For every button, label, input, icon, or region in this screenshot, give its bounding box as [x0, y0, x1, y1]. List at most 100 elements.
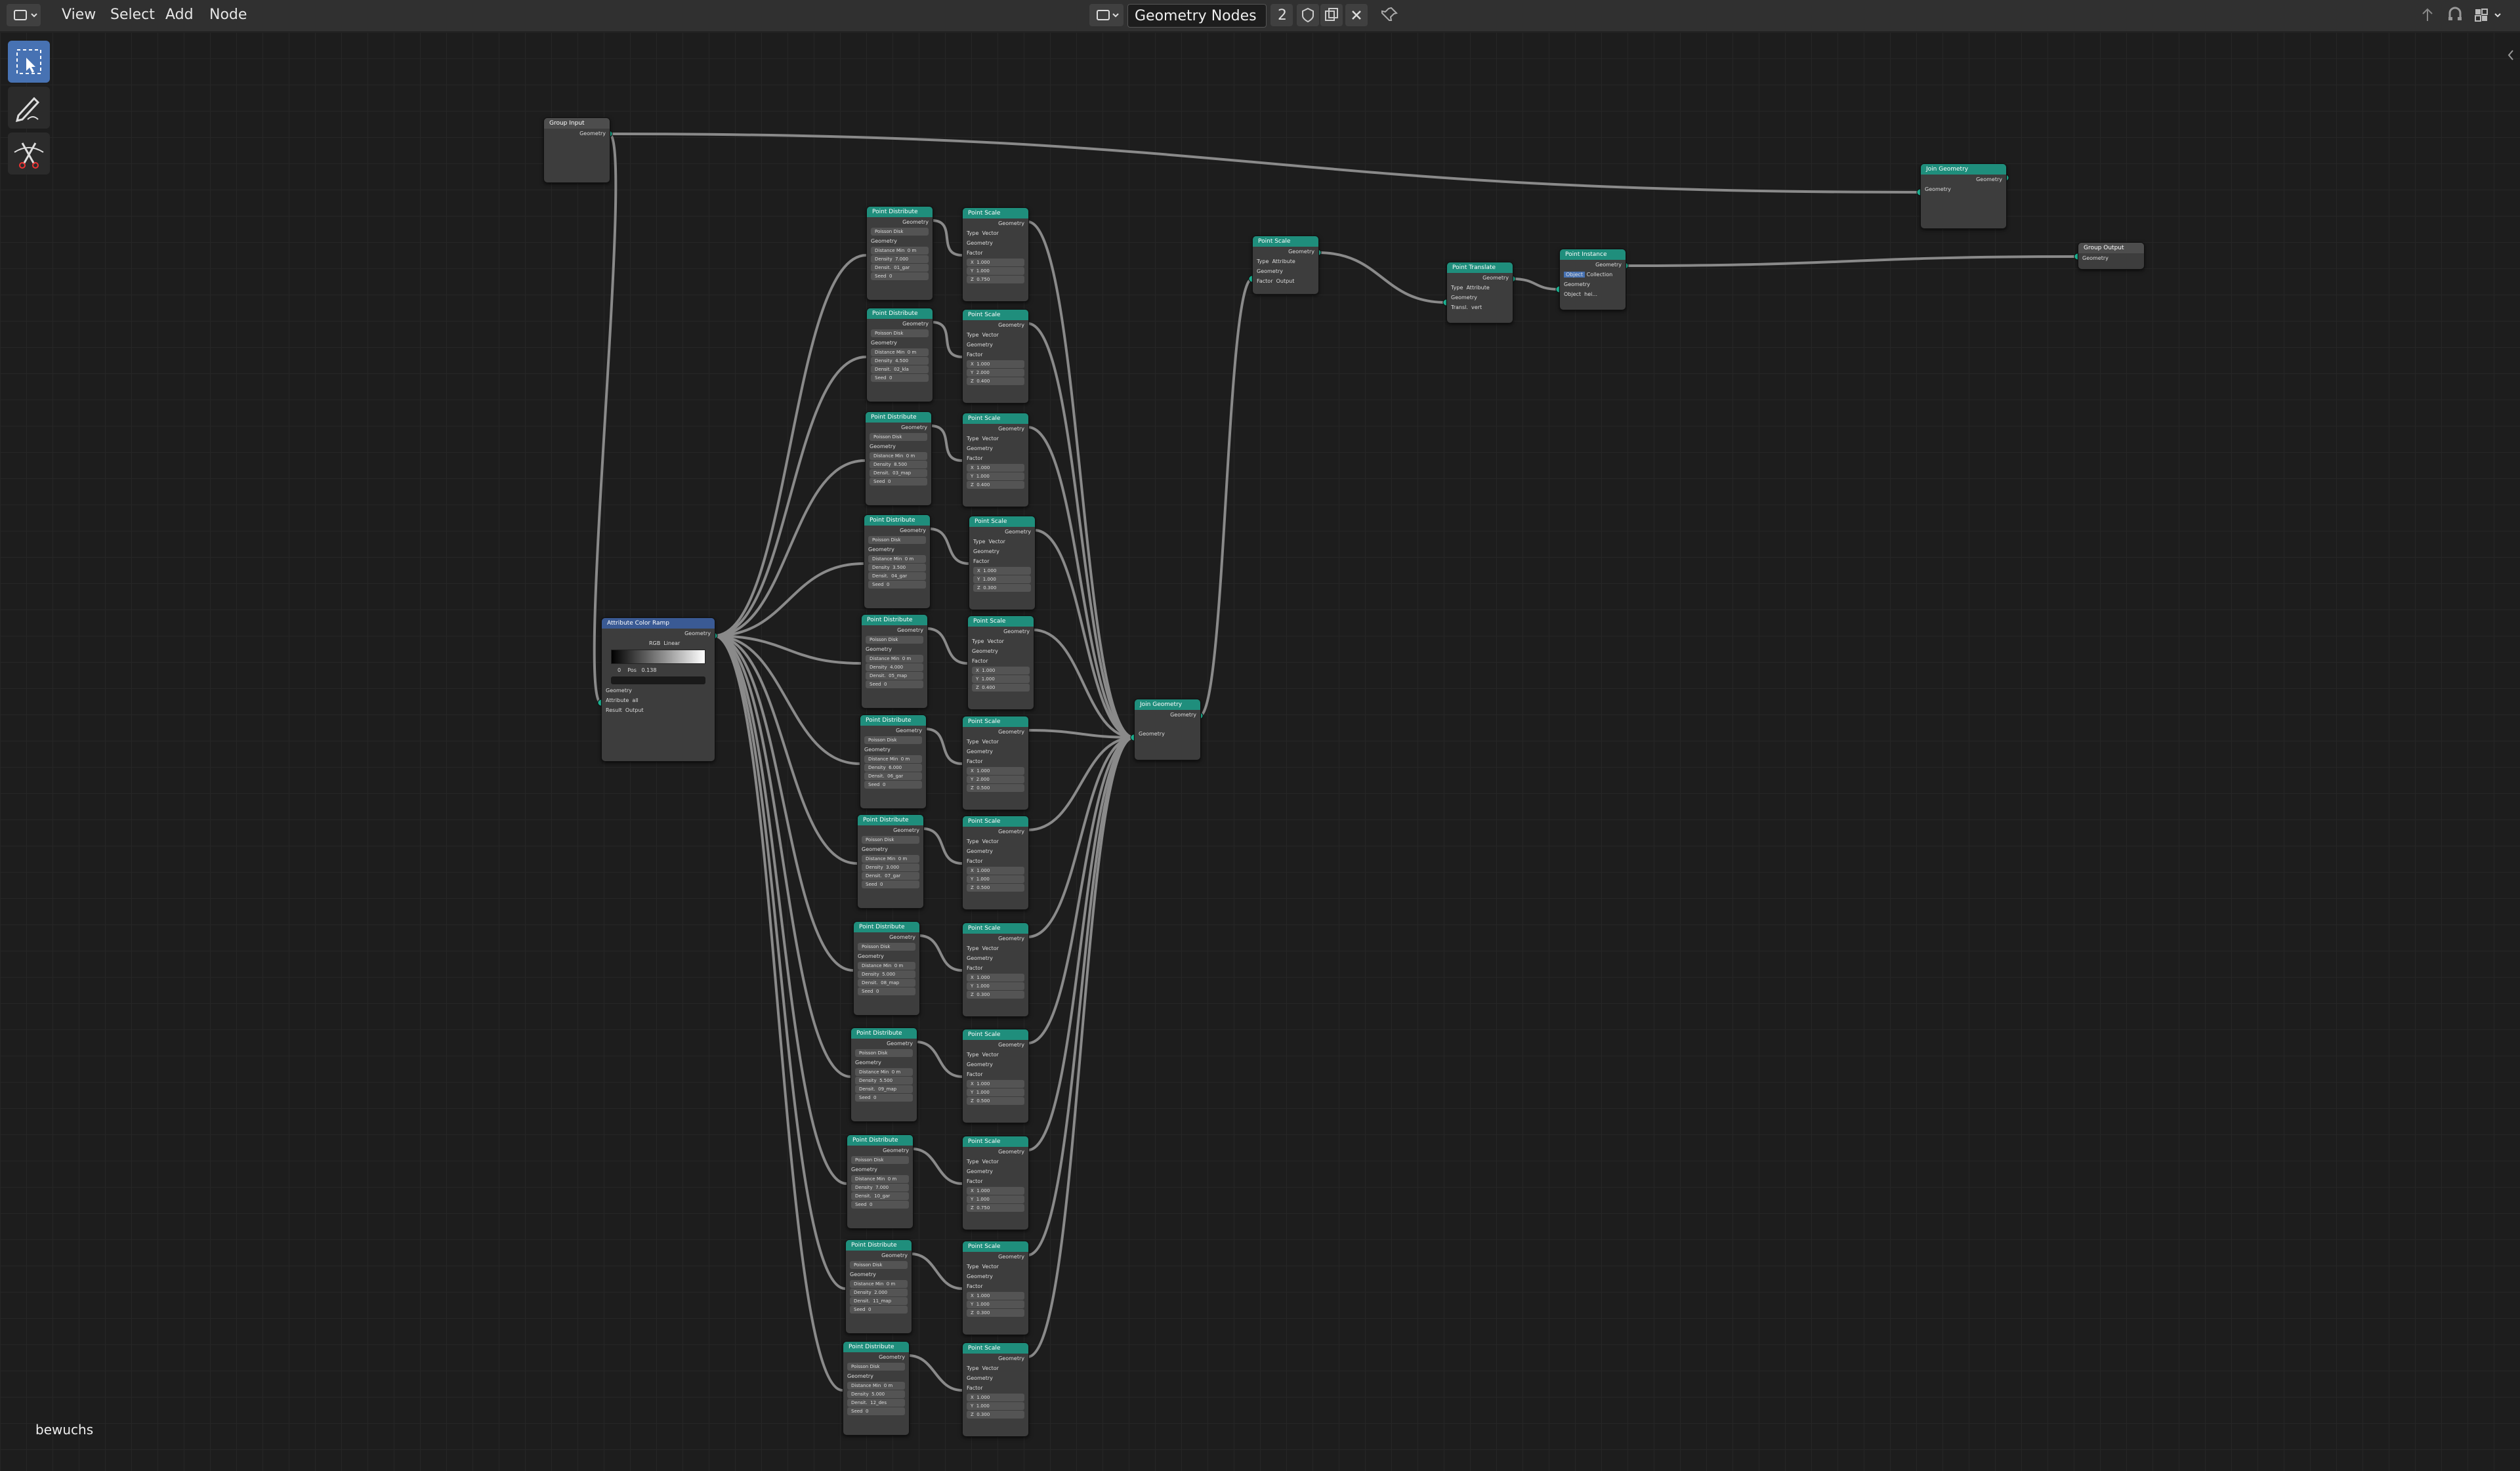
factor-x-field[interactable]: X 1.000 — [967, 867, 1024, 875]
seed-field[interactable]: Seed 0 — [850, 1306, 908, 1314]
seed-field[interactable]: Seed 0 — [864, 781, 922, 789]
factor-z-field[interactable]: Z 0.400 — [972, 684, 1030, 692]
density-attribute-field[interactable]: Densit. 09_map — [855, 1085, 913, 1093]
type-field[interactable]: Type Vector — [963, 1262, 1028, 1272]
density-field[interactable]: Density 4.500 — [871, 357, 929, 365]
distribution-method-dropdown[interactable]: Poisson Disk — [864, 736, 922, 744]
point-distribute-node[interactable]: Point Distribute Geometry Poisson Disk G… — [850, 1027, 917, 1122]
factor-x-field[interactable]: X 1.000 — [967, 974, 1024, 982]
ramp-color-swatch[interactable] — [611, 676, 705, 684]
factor-y-field[interactable]: Y 1.000 — [967, 472, 1024, 480]
seed-field[interactable]: Seed 0 — [866, 680, 923, 688]
distribution-method-dropdown[interactable]: Poisson Disk — [850, 1261, 908, 1269]
point-distribute-node[interactable]: Point Distribute Geometry Poisson Disk G… — [865, 411, 932, 506]
point-distribute-node[interactable]: Point Distribute Geometry Poisson Disk G… — [853, 921, 920, 1016]
factor-y-field[interactable]: Y 1.000 — [967, 267, 1024, 275]
distance-min-field[interactable]: Distance Min 0 m — [870, 452, 927, 460]
distribution-method-dropdown[interactable]: Poisson Disk — [871, 329, 929, 337]
density-field[interactable]: Density 5.000 — [847, 1390, 905, 1398]
factor-x-field[interactable]: X 1.000 — [967, 360, 1024, 368]
result-field[interactable]: Result Output — [602, 705, 715, 715]
collection-option[interactable]: Collection — [1587, 272, 1613, 278]
group-input-node[interactable]: Group Input Geometry — [543, 117, 610, 183]
distribution-method-dropdown[interactable]: Poisson Disk — [871, 228, 929, 236]
density-field[interactable]: Density 5.500 — [855, 1077, 913, 1085]
factor-y-field[interactable]: Y 1.000 — [967, 875, 1024, 883]
type-field[interactable]: Type Vector — [969, 537, 1035, 547]
distance-min-field[interactable]: Distance Min 0 m — [866, 655, 923, 663]
density-field[interactable]: Density 3.500 — [868, 564, 926, 571]
cut-links-tool[interactable] — [8, 133, 50, 175]
factor-z-field[interactable]: Z 0.400 — [967, 481, 1024, 489]
ramp-position-row[interactable]: 0 Pos 0.138 — [602, 665, 715, 675]
color-mode-dropdown[interactable]: RGB — [649, 640, 660, 646]
point-scale-node[interactable]: Point Scale Geometry Type Vector Geometr… — [962, 207, 1029, 302]
factor-x-field[interactable]: X 1.000 — [973, 567, 1031, 575]
attribute-field[interactable]: Attribute all — [602, 695, 715, 705]
object-field[interactable]: Object hei... — [1560, 289, 1626, 299]
factor-x-field[interactable]: X 1.000 — [967, 1080, 1024, 1088]
point-scale-node[interactable]: Point Scale Geometry Type Vector Geometr… — [962, 922, 1029, 1017]
factor-x-field[interactable]: X 1.000 — [967, 259, 1024, 266]
seed-field[interactable]: Seed 0 — [847, 1407, 905, 1415]
seed-field[interactable]: Seed 0 — [851, 1201, 909, 1209]
snap-toggle[interactable] — [2444, 4, 2466, 26]
factor-y-field[interactable]: Y 2.000 — [967, 369, 1024, 377]
point-scale-node[interactable]: Point Scale Geometry Type Vector Geometr… — [962, 1241, 1029, 1335]
type-field[interactable]: Type Vector — [963, 943, 1028, 953]
factor-y-field[interactable]: Y 1.000 — [973, 575, 1031, 583]
distance-min-field[interactable]: Distance Min 0 m — [858, 962, 915, 970]
point-scale-node[interactable]: Point Scale Geometry Type Vector Geometr… — [962, 413, 1029, 507]
factor-x-field[interactable]: X 1.000 — [967, 464, 1024, 472]
point-distribute-node[interactable]: Point Distribute Geometry Poisson Disk G… — [866, 206, 933, 300]
seed-field[interactable]: Seed 0 — [858, 987, 915, 995]
type-field[interactable]: Type Vector — [968, 636, 1034, 646]
factor-z-field[interactable]: Z 0.750 — [967, 276, 1024, 283]
node-tree-name-field[interactable]: Geometry Nodes — [1127, 4, 1267, 28]
type-field[interactable]: Type Attribute — [1253, 257, 1318, 266]
density-field[interactable]: Density 4.000 — [866, 663, 923, 671]
density-field[interactable]: Density 8.500 — [870, 461, 927, 468]
point-scale-node[interactable]: Point Scale Geometry Type Vector Geometr… — [967, 615, 1034, 710]
point-distribute-node[interactable]: Point Distribute Geometry Poisson Disk G… — [866, 308, 933, 402]
parent-node-tree-button[interactable] — [2416, 4, 2439, 26]
pin-button[interactable] — [1378, 4, 1400, 26]
distribution-method-dropdown[interactable]: Poisson Disk — [862, 836, 919, 844]
point-distribute-node[interactable]: Point Distribute Geometry Poisson Disk G… — [864, 514, 931, 609]
factor-y-field[interactable]: Y 1.000 — [967, 1402, 1024, 1410]
density-attribute-field[interactable]: Densit. 08_map — [858, 979, 915, 987]
factor-z-field[interactable]: Z 0.500 — [967, 1097, 1024, 1105]
distribution-method-dropdown[interactable]: Poisson Disk — [851, 1156, 909, 1164]
menu-add[interactable]: Add — [165, 7, 194, 23]
interpolation-dropdown[interactable]: Linear — [663, 640, 680, 646]
node-editor-canvas[interactable]: Group Input Geometry Join Geometry Geome… — [0, 32, 2520, 1471]
sidebar-toggle-button[interactable] — [2504, 47, 2517, 64]
point-scale-node[interactable]: Point Scale Geometry Type Vector Geometr… — [962, 1136, 1029, 1230]
object-option[interactable]: Object — [1564, 272, 1586, 278]
density-field[interactable]: Density 2.000 — [850, 1289, 908, 1296]
distance-min-field[interactable]: Distance Min 0 m — [847, 1382, 905, 1390]
factor-y-field[interactable]: Y 1.000 — [967, 1088, 1024, 1096]
factor-y-field[interactable]: Y 1.000 — [972, 675, 1030, 683]
factor-z-field[interactable]: Z 0.300 — [973, 584, 1031, 592]
distribution-method-dropdown[interactable]: Poisson Disk — [870, 433, 927, 441]
density-attribute-field[interactable]: Densit. 11_map — [850, 1297, 908, 1305]
type-field[interactable]: Type Attribute — [1447, 283, 1513, 293]
translation-field[interactable]: Transl. vert — [1447, 302, 1513, 312]
type-field[interactable]: Type Vector — [963, 330, 1028, 340]
distance-min-field[interactable]: Distance Min 0 m — [851, 1175, 909, 1183]
type-field[interactable]: Type Vector — [963, 1157, 1028, 1167]
distance-min-field[interactable]: Distance Min 0 m — [862, 855, 919, 863]
density-attribute-field[interactable]: Densit. 05_map — [866, 672, 923, 680]
annotate-tool[interactable] — [8, 87, 50, 129]
factor-z-field[interactable]: Z 0.500 — [967, 884, 1024, 892]
distance-min-field[interactable]: Distance Min 0 m — [855, 1068, 913, 1076]
factor-y-field[interactable]: Y 2.000 — [967, 776, 1024, 783]
point-scale-node[interactable]: Point Scale Geometry Type Vector Geometr… — [962, 716, 1029, 810]
ramp-mode-row[interactable]: RGB Linear — [602, 638, 715, 648]
density-attribute-field[interactable]: Densit. 04_gar — [868, 572, 926, 580]
point-distribute-node[interactable]: Point Distribute Geometry Poisson Disk G… — [861, 614, 928, 709]
density-attribute-field[interactable]: Densit. 03_map — [870, 469, 927, 477]
distribution-method-dropdown[interactable]: Poisson Disk — [868, 536, 926, 544]
type-field[interactable]: Type Vector — [963, 837, 1028, 846]
